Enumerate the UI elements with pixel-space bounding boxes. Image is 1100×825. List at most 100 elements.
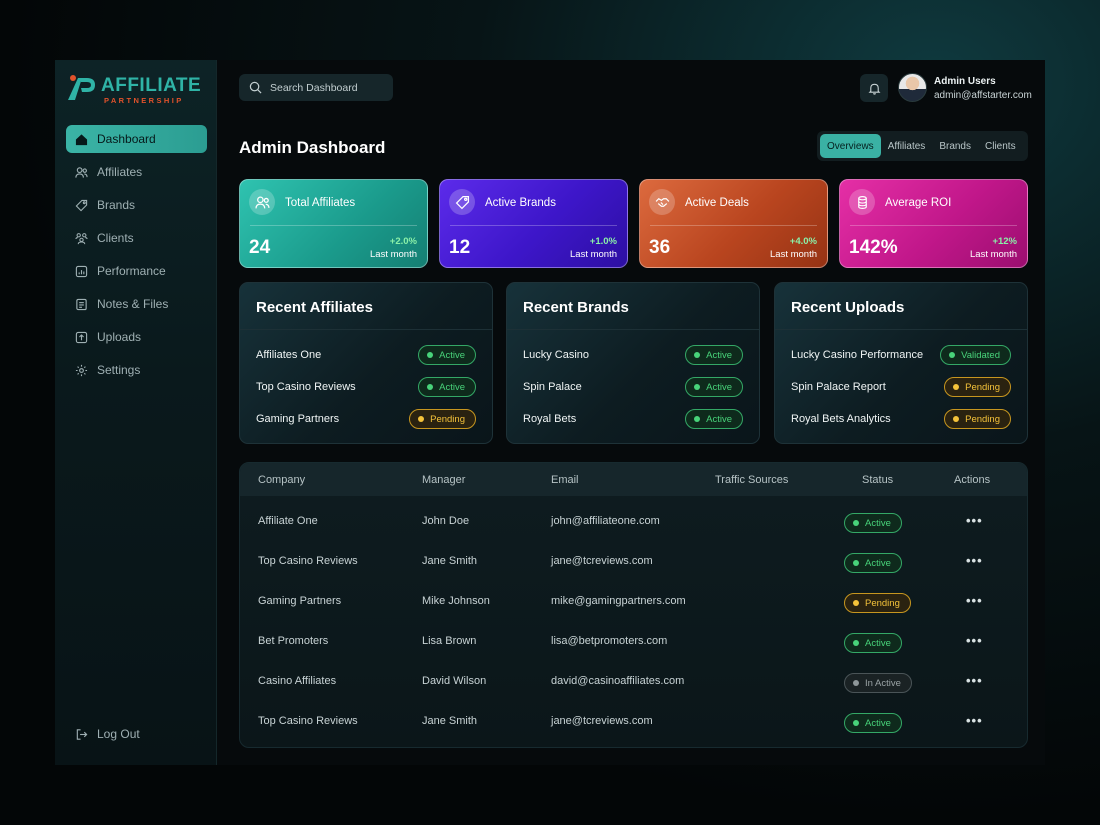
brand-logo[interactable]: AFFILIATE PARTNERSHIP (65, 70, 205, 106)
sidebar-item-label: Brands (97, 198, 136, 212)
tab-overviews[interactable]: Overviews (820, 134, 881, 158)
more-actions-button[interactable]: ••• (966, 713, 983, 728)
stat-change: +1.0% (589, 236, 617, 247)
list-item[interactable]: Royal Bets Active (523, 408, 743, 430)
column-header-company[interactable]: Company (258, 474, 305, 486)
avatar[interactable] (898, 73, 927, 102)
status-dot (853, 520, 859, 526)
table-row[interactable]: Casino Affiliates David Wilson david@cas… (240, 663, 1027, 703)
sidebar-item-uploads[interactable]: Uploads (66, 323, 207, 351)
list-item[interactable]: Spin Palace Report Pending (791, 376, 1011, 398)
status-dot (853, 640, 859, 646)
user-email: admin@affstarter.com (934, 90, 1032, 101)
table-header: Company Manager Email Traffic Sources St… (240, 463, 1027, 496)
list-item[interactable]: Gaming Partners Pending (256, 408, 476, 430)
stat-card-total-affiliates[interactable]: Total Affiliates 24 +2.0% Last month (239, 179, 428, 268)
status-dot (694, 384, 701, 390)
sidebar-item-affiliates[interactable]: Affiliates (66, 158, 207, 186)
status-text: Pending (430, 413, 465, 425)
table-row[interactable]: Top Casino Reviews Jane Smith jane@tcrev… (240, 703, 1027, 743)
item-name: Top Casino Reviews (256, 381, 356, 393)
stat-change: +12% (992, 236, 1017, 247)
stat-change: +4.0% (789, 236, 817, 247)
list-item[interactable]: Royal Bets Analytics Pending (791, 408, 1011, 430)
column-header-status[interactable]: Status (862, 474, 893, 486)
stat-value: 24 (249, 237, 271, 258)
status-text: Active (865, 517, 891, 529)
coins-icon (849, 189, 875, 215)
status-badge: Active (418, 345, 476, 365)
recent-brands-card: Recent Brands Lucky Casino Active Spin Pa… (506, 282, 760, 444)
sidebar-item-label: Affiliates (97, 165, 143, 179)
status-text: Validated (961, 349, 1000, 361)
card-title: Recent Uploads (791, 299, 905, 316)
status-dot (953, 384, 960, 390)
tab-bar: Overviews Affiliates Brands Clients (817, 131, 1028, 161)
sidebar-item-settings[interactable]: Settings (66, 356, 207, 384)
sidebar-item-performance[interactable]: Performance (66, 257, 207, 285)
table-row[interactable]: Bet Promoters Lisa Brown lisa@betpromote… (240, 623, 1027, 663)
column-header-manager[interactable]: Manager (422, 474, 465, 486)
cell-manager: David Wilson (422, 675, 487, 687)
cell-company: Casino Affiliates (258, 675, 337, 687)
tab-clients[interactable]: Clients (978, 134, 1023, 158)
status-text: Active (706, 381, 732, 393)
status-dot (853, 600, 859, 606)
list-item[interactable]: Top Casino Reviews Active (256, 376, 476, 398)
tab-brands[interactable]: Brands (932, 134, 978, 158)
column-header-email[interactable]: Email (551, 474, 579, 486)
status-text: Active (706, 413, 732, 425)
status-dot (953, 416, 960, 422)
recent-uploads-card: Recent Uploads Lucky Casino Performance V… (774, 282, 1028, 444)
list-item[interactable]: Spin Palace Active (523, 376, 743, 398)
divider (450, 225, 617, 226)
stat-card-active-deals[interactable]: Active Deals 36 +4.0% Last month (639, 179, 828, 268)
sidebar-item-brands[interactable]: Brands (66, 191, 207, 219)
recent-affiliates-card: Recent Affiliates Affiliates One Active T… (239, 282, 493, 444)
more-actions-button[interactable]: ••• (966, 513, 983, 528)
status-badge: Pending (944, 377, 1011, 397)
app-window: AFFILIATE PARTNERSHIP Dashboard Affiliat… (55, 60, 1045, 765)
divider (650, 225, 817, 226)
status-badge: Pending (409, 409, 476, 429)
status-badge: Active (844, 633, 902, 653)
sidebar-item-clients[interactable]: Clients (66, 224, 207, 252)
status-text: Pending (965, 413, 1000, 425)
more-actions-button[interactable]: ••• (966, 673, 983, 688)
table-row[interactable]: Gaming Partners Mike Johnson mike@gaming… (240, 583, 1027, 623)
gear-icon (74, 363, 88, 377)
divider (850, 225, 1017, 226)
search-input[interactable]: Search Dashboard (239, 74, 393, 101)
status-dot (853, 560, 859, 566)
sidebar-item-dashboard[interactable]: Dashboard (66, 125, 207, 153)
logout-button[interactable]: Log Out (66, 720, 207, 748)
sidebar-item-label: Settings (97, 363, 141, 377)
status-dot (694, 352, 701, 358)
card-title: Recent Brands (523, 299, 629, 316)
tag-icon (74, 198, 88, 212)
item-name: Royal Bets (523, 413, 577, 425)
stat-card-active-brands[interactable]: Active Brands 12 +1.0% Last month (439, 179, 628, 268)
sidebar-item-label: Uploads (97, 330, 142, 344)
list-item[interactable]: Lucky Casino Performance Validated (791, 344, 1011, 366)
more-actions-button[interactable]: ••• (966, 633, 983, 648)
brand-name: AFFILIATE (101, 75, 202, 96)
tab-affiliates[interactable]: Affiliates (881, 134, 933, 158)
table-row[interactable]: Affiliate One John Doe john@affiliateone… (240, 503, 1027, 543)
stat-period: Last month (770, 249, 817, 260)
more-actions-button[interactable]: ••• (966, 553, 983, 568)
stat-change: +2.0% (389, 236, 417, 247)
sidebar-item-notes-files[interactable]: Notes & Files (66, 290, 207, 318)
more-actions-button[interactable]: ••• (966, 593, 983, 608)
notifications-button[interactable] (860, 74, 888, 102)
list-item[interactable]: Lucky Casino Active (523, 344, 743, 366)
table-row[interactable]: Top Casino Reviews Jane Smith jane@tcrev… (240, 543, 1027, 583)
list-item[interactable]: Affiliates One Active (256, 344, 476, 366)
stat-label: Active Brands (485, 197, 556, 209)
users-icon (249, 189, 275, 215)
column-header-traffic-sources[interactable]: Traffic Sources (715, 474, 788, 486)
stat-period: Last month (970, 249, 1017, 260)
status-badge: Active (685, 377, 743, 397)
search-icon (249, 81, 262, 94)
stat-card-average-roi[interactable]: Average ROI 142% +12% Last month (839, 179, 1028, 268)
